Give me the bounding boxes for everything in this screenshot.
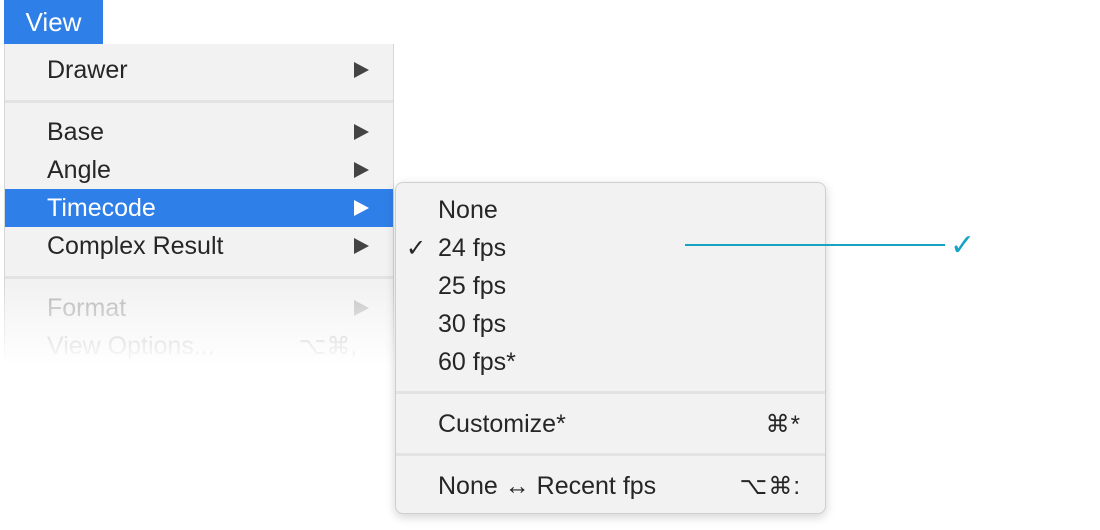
menu-item-label: Angle: [47, 155, 111, 184]
menu-item-label: View Options...: [47, 331, 215, 360]
checkmark-icon: ✓: [406, 234, 427, 262]
submenu-arrow-icon: [354, 300, 369, 316]
submenu-item-label: None: [438, 195, 498, 224]
submenu-item-label: 60 fps*: [438, 347, 516, 376]
menu-item-label: Base: [47, 117, 104, 146]
menu-item-label: Drawer: [47, 55, 128, 84]
submenu-item-label: 25 fps: [438, 271, 507, 300]
submenu-item-label: None ↔ Recent fps: [438, 471, 657, 500]
menu-item-base[interactable]: Base: [5, 113, 393, 151]
menu-item-label: Format: [47, 293, 127, 322]
annotation-checkmark-icon: ✓: [950, 229, 976, 262]
submenu-arrow-icon: [354, 200, 369, 216]
menu-item-drawer[interactable]: Drawer: [5, 51, 393, 89]
submenu-item-30fps[interactable]: 30 fps: [396, 305, 825, 343]
submenu-item-60fps[interactable]: 60 fps*: [396, 343, 825, 381]
submenu-arrow-icon: [354, 238, 369, 254]
submenu-item-label: 30 fps: [438, 309, 507, 338]
submenu-item-25fps[interactable]: 25 fps: [396, 267, 825, 305]
view-menu-title[interactable]: View: [4, 0, 103, 44]
menu-item-complex-result[interactable]: Complex Result: [5, 227, 393, 265]
submenu-item-none[interactable]: None: [396, 191, 825, 229]
submenu-item-shortcut: ⌥⌘:: [739, 472, 801, 500]
submenu-item-customize[interactable]: Customize* ⌘*: [396, 405, 825, 443]
menu-item-timecode[interactable]: Timecode: [5, 189, 393, 227]
menu-item-view-options: View Options... ⌥⌘,: [5, 327, 393, 365]
submenu-arrow-icon: [354, 124, 369, 140]
menu-item-angle[interactable]: Angle: [5, 151, 393, 189]
submenu-item-none-recent-fps[interactable]: None ↔ Recent fps ⌥⌘:: [396, 467, 825, 505]
timecode-submenu: None ✓ 24 fps 25 fps 30 fps 60 fps* Cust…: [395, 182, 826, 514]
submenu-arrow-icon: [354, 162, 369, 178]
view-menu: Drawer Base Angle Timecode Complex Resul…: [4, 44, 394, 366]
submenu-item-shortcut: ⌘*: [765, 410, 801, 438]
menu-item-label: Timecode: [47, 193, 156, 222]
submenu-item-label: 24 fps: [438, 233, 507, 262]
annotation-line: [685, 244, 945, 246]
menu-item-format: Format: [5, 289, 393, 327]
menu-item-label: Complex Result: [47, 231, 224, 260]
submenu-item-label: Customize*: [438, 409, 566, 438]
menu-separator: [5, 276, 393, 279]
submenu-item-24fps[interactable]: ✓ 24 fps: [396, 229, 825, 267]
submenu-arrow-icon: [354, 62, 369, 78]
submenu-separator: [396, 453, 825, 456]
submenu-separator: [396, 391, 825, 394]
menu-item-shortcut: ⌥⌘,: [298, 332, 357, 360]
menu-separator: [5, 100, 393, 103]
